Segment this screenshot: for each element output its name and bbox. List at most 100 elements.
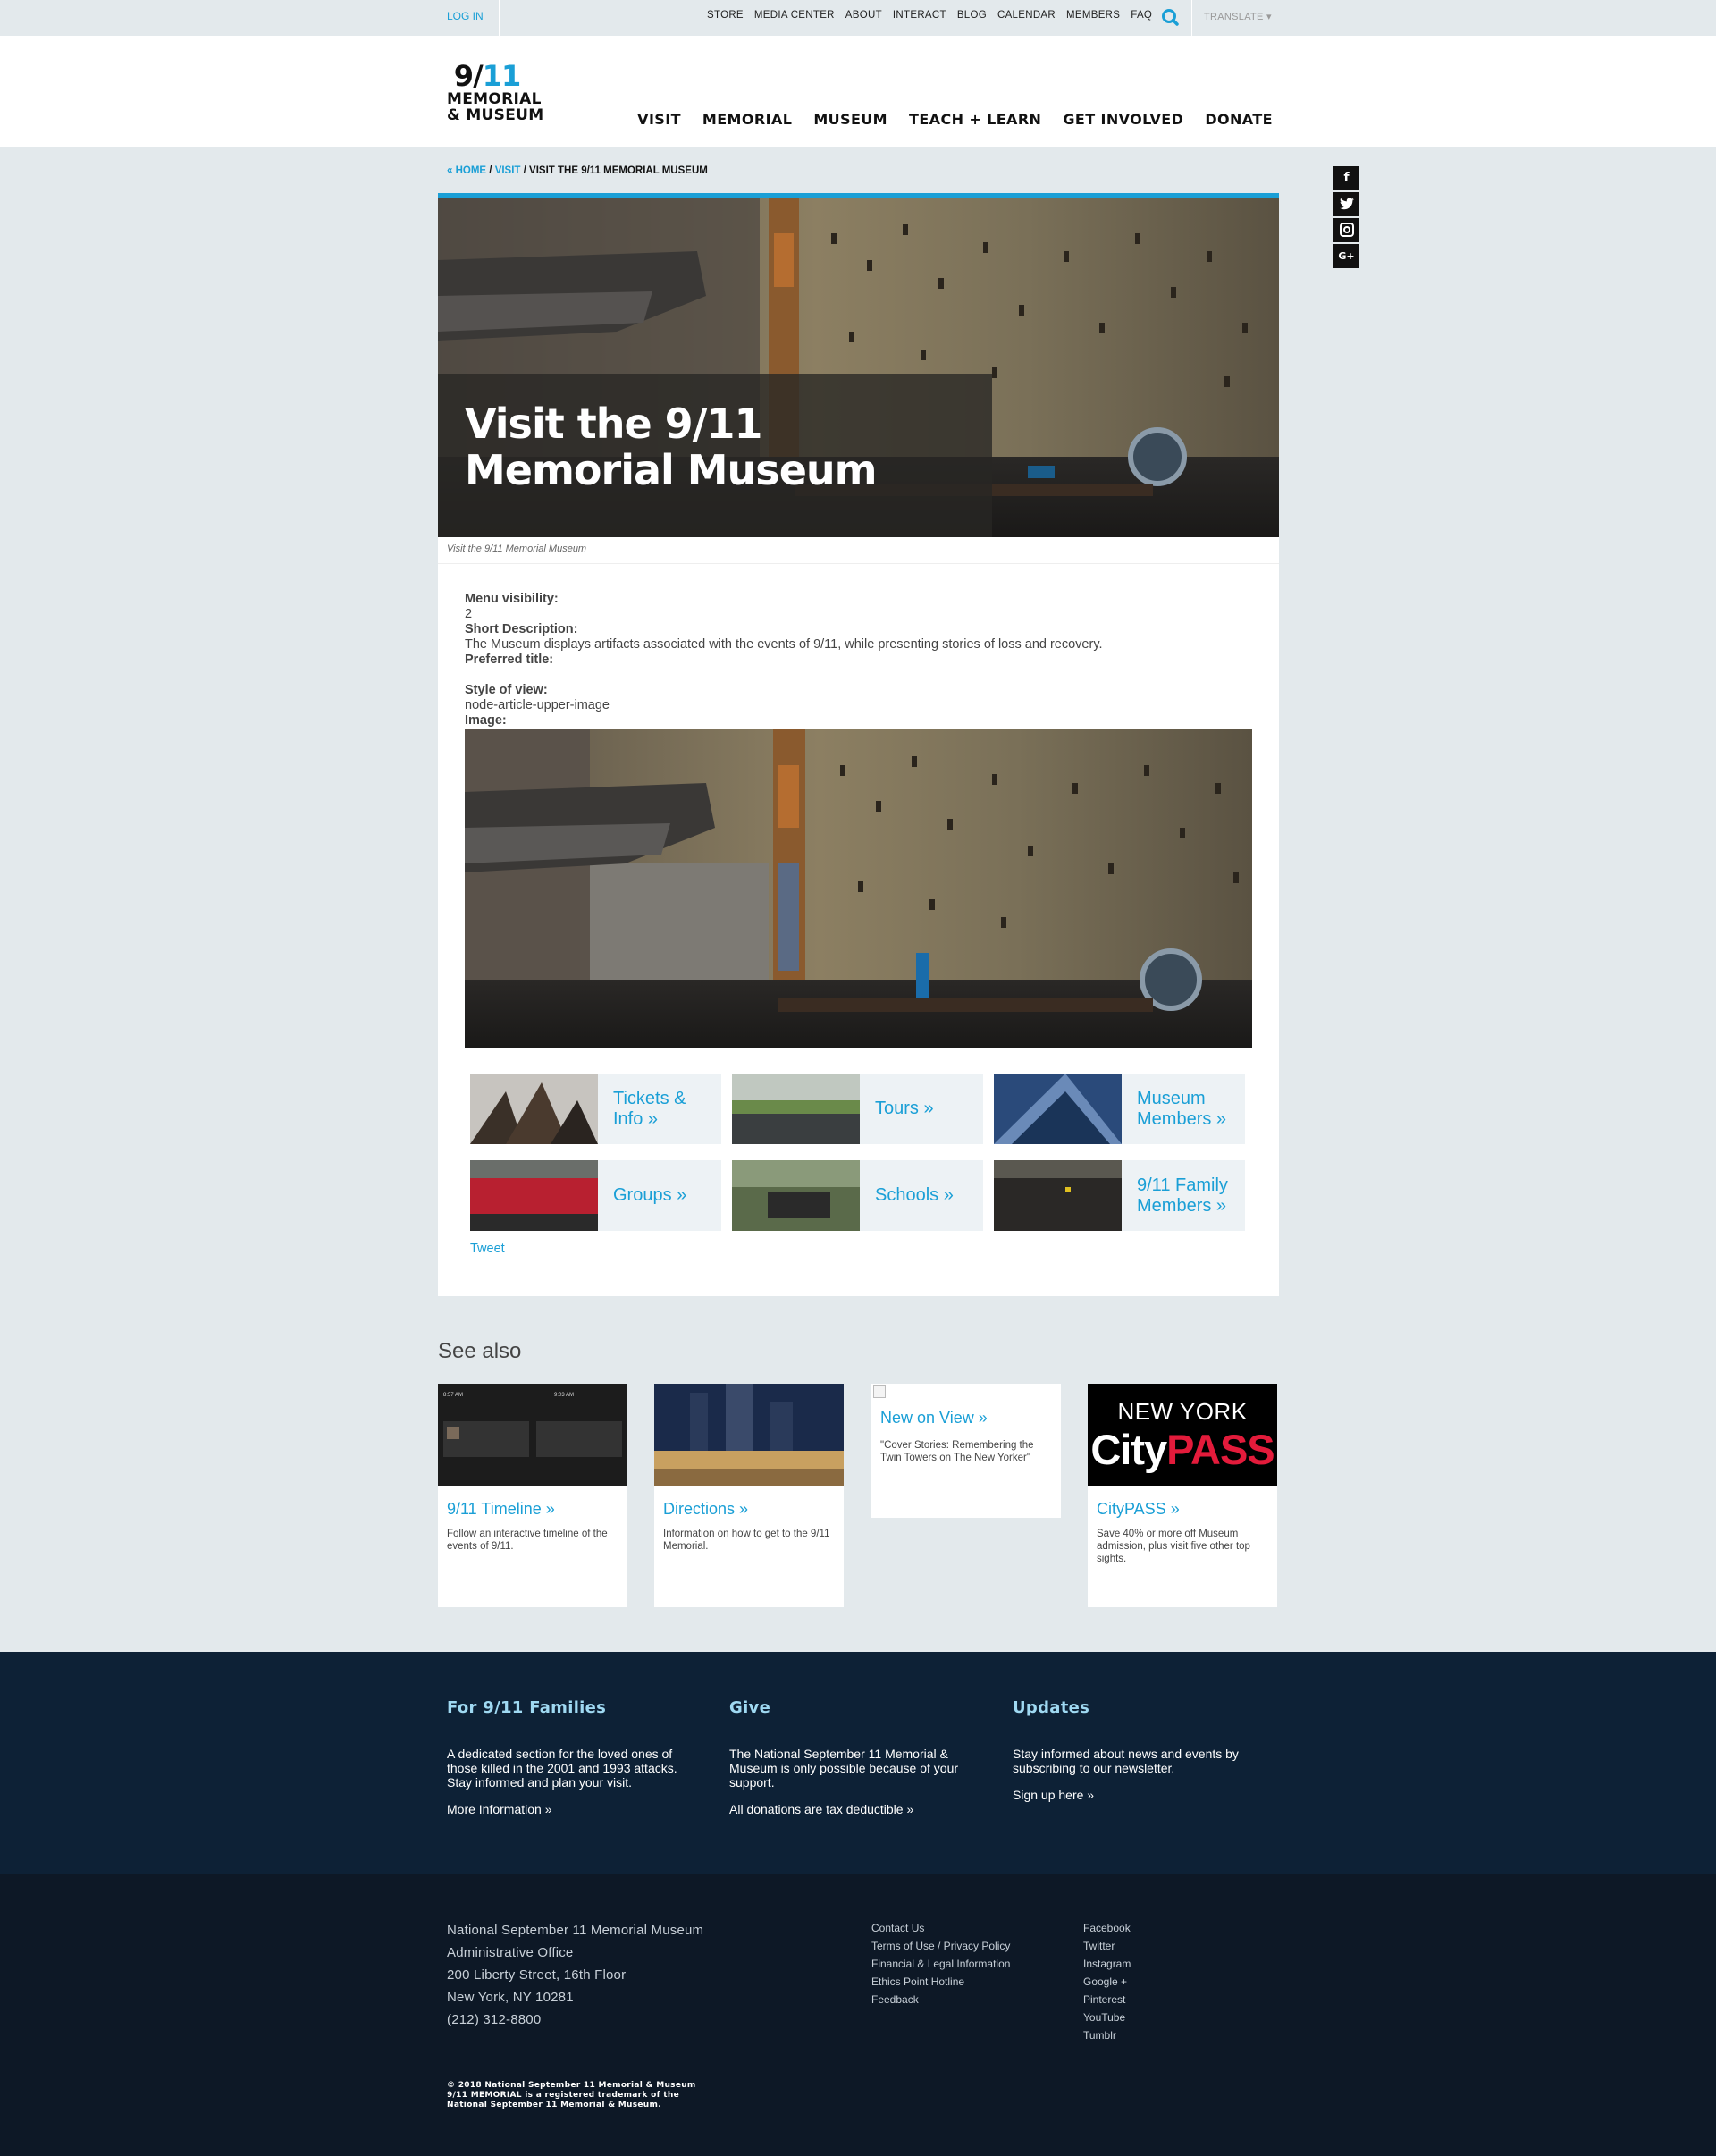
card-directions[interactable]: Directions » Information on how to get t…: [654, 1384, 844, 1607]
footer-link-google-plus[interactable]: Google +: [1083, 1973, 1131, 1991]
field-value: 2: [465, 607, 473, 621]
footer-link-youtube[interactable]: YouTube: [1083, 2009, 1131, 2026]
footer-give: Give The National September 11 Memorial …: [729, 1698, 980, 1816]
footer-link-twitter[interactable]: Twitter: [1083, 1937, 1131, 1955]
footer-heading: For 9/11 Families: [447, 1698, 607, 1717]
footer-link-facebook[interactable]: Facebook: [1083, 1919, 1131, 1937]
footer-link-financial[interactable]: Financial & Legal Information: [871, 1955, 1010, 1973]
tile-schools[interactable]: Schools »: [732, 1160, 983, 1231]
site-logo[interactable]: 9/11 MEMORIAL & MUSEUM: [447, 61, 554, 131]
util-nav-interact[interactable]: INTERACT: [893, 10, 946, 21]
search-icon: [1162, 9, 1179, 26]
instagram-icon[interactable]: [1333, 218, 1359, 242]
nav-teach-learn[interactable]: TEACH + LEARN: [909, 111, 1041, 128]
field-label: Image:: [465, 713, 507, 728]
footer-link-feedback[interactable]: Feedback: [871, 1991, 1010, 2009]
citypass-logo-text: PASS: [1166, 1426, 1274, 1473]
breadcrumb-current: VISIT THE 9/11 MEMORIAL MUSEUM: [529, 165, 708, 176]
logo-text: MEMORIAL: [447, 90, 542, 108]
tile-image: [994, 1074, 1122, 1144]
field-label: Preferred title:: [465, 653, 554, 667]
tweet-button[interactable]: Tweet: [470, 1242, 505, 1256]
footer-link-ethics[interactable]: Ethics Point Hotline: [871, 1973, 1010, 1991]
footer-link-terms[interactable]: Terms of Use / Privacy Policy: [871, 1937, 1010, 1955]
hero-title-overlay: Visit the 9/11 Memorial Museum: [438, 374, 992, 537]
utility-nav: STORE MEDIA CENTER ABOUT INTERACT BLOG CALEND…: [707, 10, 1163, 21]
address-line: Administrative Office: [447, 1945, 574, 1960]
util-nav-calendar[interactable]: CALENDAR: [997, 10, 1056, 21]
footer-link-tumblr[interactable]: Tumblr: [1083, 2026, 1131, 2044]
footer-link[interactable]: Sign up here »: [1013, 1788, 1094, 1802]
nav-donate[interactable]: DONATE: [1205, 111, 1273, 128]
copyright-line: National September 11 Memorial & Museum.: [447, 2101, 661, 2110]
util-nav-store[interactable]: STORE: [707, 10, 744, 21]
nav-visit[interactable]: VISIT: [637, 111, 681, 128]
logo-text: 11: [482, 59, 522, 93]
tile-tours[interactable]: Tours »: [732, 1074, 983, 1144]
field-label: Short Description:: [465, 622, 578, 636]
footer-heading: Give: [729, 1698, 771, 1717]
footer-link[interactable]: More Information »: [447, 1802, 552, 1816]
article-card: Visit the 9/11 Memorial Museum Visit the…: [438, 193, 1279, 1296]
card-desc: Save 40% or more off Museum admission, p…: [1097, 1529, 1250, 1564]
tile-label: Groups »: [613, 1185, 687, 1205]
card-title[interactable]: New on View »: [880, 1409, 988, 1428]
card-citypass[interactable]: NEW YORK CityPASS CityPASS » Save 40% or…: [1088, 1384, 1277, 1607]
util-nav-about[interactable]: ABOUT: [845, 10, 882, 21]
google-plus-icon[interactable]: G+: [1333, 244, 1359, 268]
footer-link-instagram[interactable]: Instagram: [1083, 1955, 1131, 1973]
footer-social-links: Facebook Twitter Instagram Google + Pint…: [1083, 1919, 1131, 2044]
util-nav-media-center[interactable]: MEDIA CENTER: [754, 10, 835, 21]
card-title[interactable]: CityPASS »: [1097, 1500, 1180, 1519]
broken-image-icon: [873, 1385, 886, 1398]
util-nav-members[interactable]: MEMBERS: [1066, 10, 1120, 21]
card-title[interactable]: 9/11 Timeline »: [447, 1500, 555, 1519]
tile-label: Tours »: [875, 1099, 934, 1118]
card-title[interactable]: Directions »: [663, 1500, 748, 1519]
tile-family-members[interactable]: 9/11 Family Members »: [994, 1160, 1245, 1231]
card-image: [654, 1384, 844, 1486]
citypass-logo-text: NEW YORK: [1117, 1398, 1248, 1425]
footer-updates: Updates Stay informed about news and eve…: [1013, 1698, 1263, 1802]
copyright-line: © 2018 National September 11 Memorial & …: [447, 2081, 696, 2090]
address-phone: (212) 312-8800: [447, 2012, 542, 2027]
card-desc: Follow an interactive timeline of the ev…: [447, 1529, 608, 1552]
field-label: Style of view:: [465, 683, 548, 697]
tile-museum-members[interactable]: Museum Members »: [994, 1074, 1245, 1144]
tile-label: Schools »: [875, 1185, 954, 1205]
tile-groups[interactable]: Groups »: [470, 1160, 721, 1231]
footer-heading: Updates: [1013, 1698, 1090, 1717]
card-desc: "Cover Stories: Remembering the Twin Tow…: [880, 1440, 1034, 1463]
translate-dropdown[interactable]: TRANSLATE ▾: [1204, 11, 1272, 22]
util-nav-blog[interactable]: BLOG: [957, 10, 987, 21]
footer-link[interactable]: All donations are tax deductible »: [729, 1802, 913, 1816]
footer-bottom: [0, 1874, 1716, 2156]
timeline-time: 8:57 AM: [443, 1393, 464, 1398]
footer-link-pinterest[interactable]: Pinterest: [1083, 1991, 1131, 2009]
twitter-icon[interactable]: [1333, 192, 1359, 216]
facebook-icon[interactable]: f: [1333, 166, 1359, 190]
nav-memorial[interactable]: MEMORIAL: [702, 111, 792, 128]
hero-image: Visit the 9/11 Memorial Museum: [438, 193, 1279, 537]
nav-get-involved[interactable]: GET INVOLVED: [1063, 111, 1183, 128]
logo-text: & MUSEUM: [447, 106, 544, 124]
breadcrumb-visit[interactable]: VISIT: [495, 165, 521, 176]
copyright: © 2018 National September 11 Memorial & …: [447, 2081, 696, 2110]
tile-image: [470, 1160, 598, 1231]
tile-tickets-info[interactable]: Tickets & Info »: [470, 1074, 721, 1144]
tile-image: [732, 1074, 860, 1144]
citypass-logo: NEW YORK CityPASS: [1088, 1384, 1277, 1486]
breadcrumb-separator: /: [486, 165, 495, 176]
card-new-on-view[interactable]: New on View » "Cover Stories: Rememberin…: [871, 1384, 1061, 1518]
login-link[interactable]: LOG IN: [447, 10, 484, 22]
field-value: The Museum displays artifacts associated…: [465, 637, 1103, 652]
search-button[interactable]: [1148, 0, 1192, 36]
tile-image: [470, 1074, 598, 1144]
breadcrumb-home[interactable]: « HOME: [447, 165, 486, 176]
footer-link-contact[interactable]: Contact Us: [871, 1919, 1010, 1937]
breadcrumb: « HOME / VISIT / VISIT THE 9/11 MEMORIAL…: [447, 165, 708, 176]
footer-text: Stay informed about news and events by s…: [1013, 1747, 1239, 1775]
see-also-heading: See also: [438, 1339, 522, 1363]
nav-museum[interactable]: MUSEUM: [813, 111, 887, 128]
card-timeline[interactable]: 8:57 AM 9:03 AM 9/11 Timeline » Follow a…: [438, 1384, 627, 1607]
